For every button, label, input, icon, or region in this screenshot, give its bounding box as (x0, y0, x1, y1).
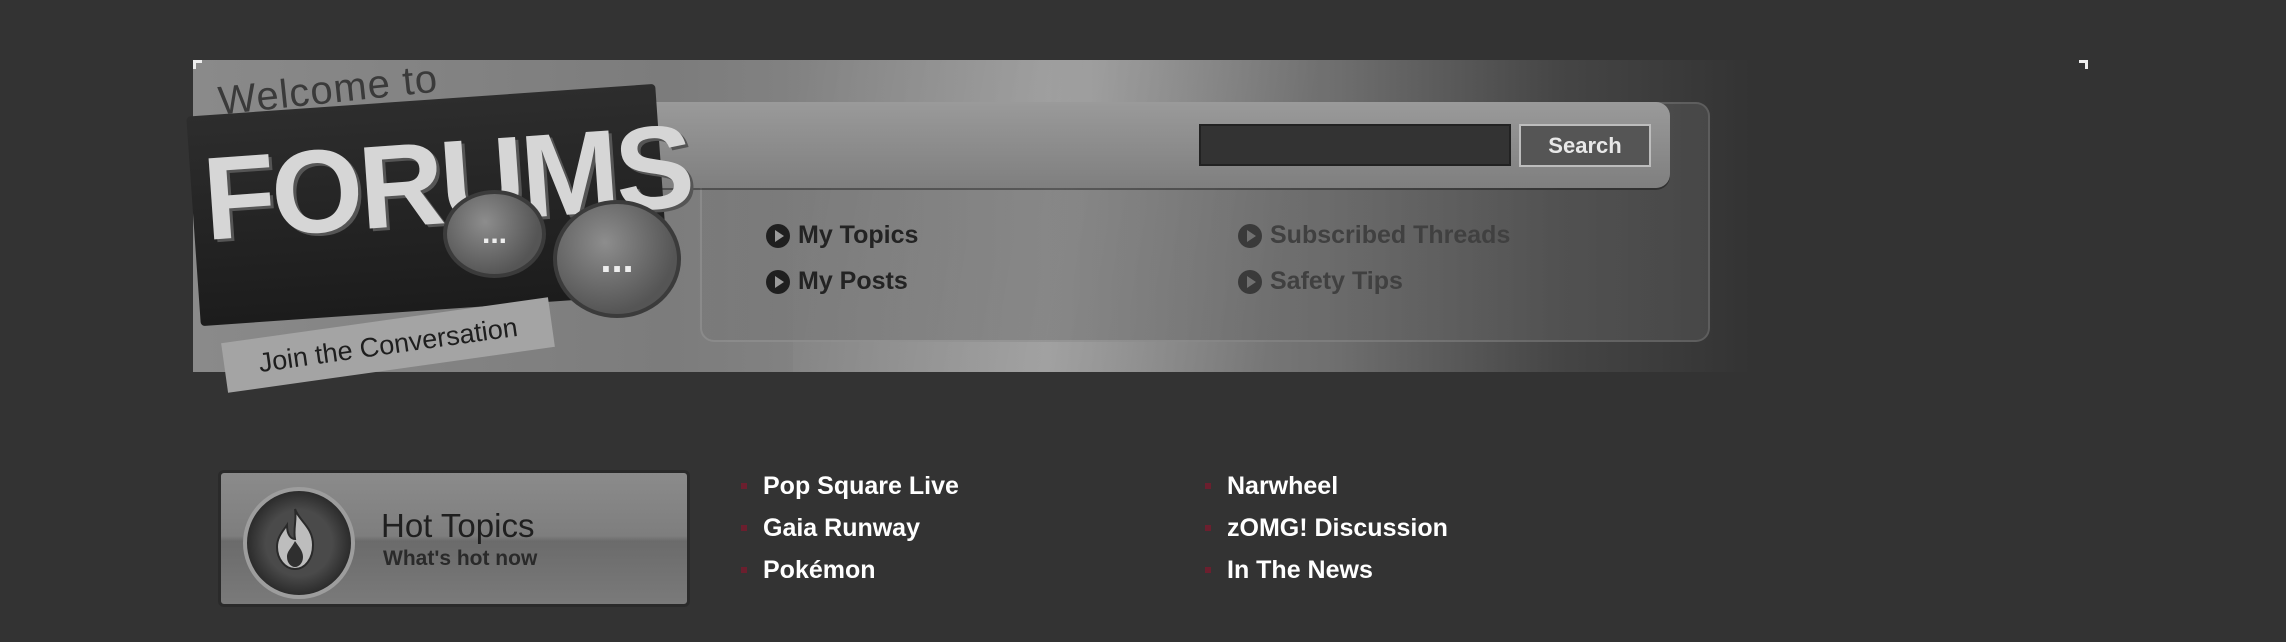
nav-link-my-posts[interactable]: My Posts (766, 267, 908, 296)
hot-topic-link[interactable]: Pokémon (741, 556, 876, 585)
hot-topics-box: Hot Topics What's hot now (218, 470, 690, 607)
play-circle-icon (766, 223, 790, 248)
search-input[interactable] (1199, 124, 1511, 166)
hot-topic-link[interactable]: In The News (1205, 556, 1373, 585)
hot-topic-link[interactable]: Pop Square Live (741, 472, 959, 501)
nav-link-safety-tips[interactable]: Safety Tips (1238, 267, 1403, 296)
hot-topic-label: Gaia Runway (763, 514, 920, 542)
hot-topic-label: Pop Square Live (763, 472, 959, 500)
speech-bubble-icon: ... (553, 200, 681, 318)
search-button[interactable]: Search (1519, 124, 1651, 167)
play-circle-icon (1238, 223, 1262, 248)
hot-topics-subtitle: What's hot now (383, 547, 538, 570)
speech-bubble-icon: ... (443, 190, 546, 278)
search-bar (640, 102, 1670, 188)
flame-icon (243, 487, 355, 599)
hot-topic-label: In The News (1227, 556, 1373, 584)
corner-mark-right (2079, 60, 2088, 69)
forums-logo[interactable]: Welcome to FORUMS ... ... Join the Conve… (186, 57, 694, 393)
hot-topic-link[interactable]: Gaia Runway (741, 514, 920, 543)
hot-topic-link[interactable]: Narwheel (1205, 472, 1339, 501)
nav-link-label: Subscribed Threads (1270, 221, 1511, 249)
bullet-icon (741, 567, 747, 573)
nav-link-label: Safety Tips (1270, 267, 1403, 295)
hot-topic-label: zOMG! Discussion (1227, 514, 1448, 542)
hot-topic-link[interactable]: zOMG! Discussion (1205, 514, 1448, 543)
play-circle-icon (1238, 269, 1262, 294)
nav-link-label: My Posts (798, 267, 908, 295)
nav-link-label: My Topics (798, 221, 919, 249)
bullet-icon (741, 483, 747, 489)
hot-topic-label: Narwheel (1227, 472, 1339, 500)
bullet-icon (1205, 567, 1211, 573)
hot-topic-label: Pokémon (763, 556, 876, 584)
hot-topics-title: Hot Topics (381, 507, 535, 544)
nav-link-subscribed-threads[interactable]: Subscribed Threads (1238, 221, 1510, 250)
bullet-icon (1205, 525, 1211, 531)
bullet-icon (741, 525, 747, 531)
play-circle-icon (766, 269, 790, 294)
bullet-icon (1205, 483, 1211, 489)
nav-link-my-topics[interactable]: My Topics (766, 221, 918, 250)
